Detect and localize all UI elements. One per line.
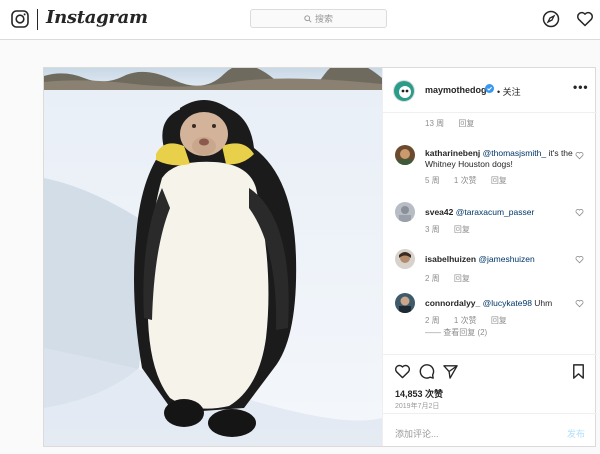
post-sidebar: maymothedog • 关注 ••• 13 周 回复 katharinebe… bbox=[382, 68, 597, 446]
comment-meta: 5 周 1 次赞 回复 bbox=[425, 175, 519, 186]
post-card: maymothedog • 关注 ••• 13 周 回复 katharinebe… bbox=[43, 67, 597, 447]
first-comment-meta: 13 周 回复 bbox=[425, 118, 486, 129]
comment-age: 2 周 bbox=[425, 316, 440, 325]
comment-body: Uhm bbox=[531, 298, 553, 308]
commenter-username[interactable]: katharinebenj bbox=[425, 148, 480, 158]
reply-link[interactable]: 回复 bbox=[454, 225, 470, 234]
comment-bubble-icon[interactable] bbox=[418, 363, 435, 380]
reply-link[interactable]: 回复 bbox=[454, 274, 470, 283]
comment-like-heart-icon[interactable] bbox=[575, 255, 584, 264]
comment-meta: 2 周 回复 bbox=[425, 273, 482, 284]
comment-age: 13 周 bbox=[425, 119, 445, 128]
explore-icon[interactable] bbox=[542, 10, 560, 28]
comment-likes[interactable]: 1 次赞 bbox=[454, 176, 477, 185]
commenter-avatar[interactable] bbox=[395, 249, 415, 269]
post-header: maymothedog • 关注 ••• bbox=[383, 68, 597, 113]
post-comment-button[interactable]: 发布 bbox=[567, 427, 585, 440]
post-actions: 14,853 次赞 2019年7月2日 添加评论... 发布 bbox=[383, 354, 597, 446]
search-input[interactable]: 搜索 bbox=[250, 9, 387, 28]
reply-link[interactable]: 回复 bbox=[458, 119, 474, 128]
reply-link[interactable]: 回复 bbox=[491, 176, 507, 185]
comment-likes[interactable]: 1 次赞 bbox=[454, 316, 477, 325]
author-username[interactable]: maymothedog bbox=[425, 85, 487, 95]
comment-mention[interactable]: @taraxacum_passer bbox=[456, 207, 535, 217]
add-comment-bar: 添加评论... 发布 bbox=[383, 413, 597, 446]
comment-mention[interactable]: @lucykate98 bbox=[483, 298, 532, 308]
post-photo[interactable] bbox=[44, 68, 382, 446]
commenter-avatar[interactable] bbox=[395, 145, 415, 165]
share-send-icon[interactable] bbox=[442, 363, 459, 380]
more-options-icon[interactable]: ••• bbox=[573, 80, 589, 94]
comment-text: svea42 @taraxacum_passer bbox=[425, 207, 575, 218]
author-avatar[interactable] bbox=[393, 80, 415, 102]
comment-meta: 3 周 回复 bbox=[425, 224, 482, 235]
comment-mention[interactable]: @thomasjsmith_ bbox=[483, 148, 546, 158]
post-date: 2019年7月2日 bbox=[395, 403, 440, 410]
comment-like-heart-icon[interactable] bbox=[575, 208, 584, 217]
top-nav: Instagram 搜索 bbox=[0, 0, 600, 40]
activity-heart-icon[interactable] bbox=[576, 10, 594, 28]
comment-meta: 2 周 1 次赞 回复 bbox=[425, 315, 519, 326]
instagram-logo-icon[interactable] bbox=[11, 10, 29, 28]
comment-like-heart-icon[interactable] bbox=[575, 299, 584, 308]
follow-button[interactable]: • 关注 bbox=[497, 85, 521, 98]
comment-text: katharinebenj @thomasjsmith_ it's the Wh… bbox=[425, 148, 575, 170]
like-heart-icon[interactable] bbox=[394, 363, 411, 380]
save-bookmark-icon[interactable] bbox=[570, 363, 587, 380]
commenter-avatar[interactable] bbox=[395, 293, 415, 313]
nav-divider bbox=[37, 9, 38, 30]
add-comment-input[interactable]: 添加评论... bbox=[395, 427, 439, 440]
instagram-wordmark[interactable]: Instagram bbox=[46, 7, 148, 28]
commenter-avatar[interactable] bbox=[395, 202, 415, 222]
penguin-costume-dog-photo bbox=[44, 68, 382, 446]
likes-count[interactable]: 14,853 次赞 bbox=[395, 387, 443, 400]
comment-text: isabelhuizen @jameshuizen bbox=[425, 254, 575, 265]
comment-age: 3 周 bbox=[425, 225, 440, 234]
comment-age: 2 周 bbox=[425, 274, 440, 283]
view-replies-link[interactable]: —— 查看回复 (2) bbox=[425, 327, 487, 338]
comment-mention[interactable]: @jameshuizen bbox=[478, 254, 534, 264]
verified-badge-icon bbox=[485, 84, 494, 93]
commenter-username[interactable]: connordalyy_ bbox=[425, 298, 480, 308]
search-placeholder: 搜索 bbox=[314, 14, 333, 24]
comment-age: 5 周 bbox=[425, 176, 440, 185]
comment-text: connordalyy_ @lucykate98 Uhm bbox=[425, 298, 575, 309]
search-icon bbox=[304, 14, 312, 23]
comments-list: 13 周 回复 katharinebenj @thomasjsmith_ it'… bbox=[383, 113, 597, 353]
commenter-username[interactable]: svea42 bbox=[425, 207, 453, 217]
reply-link[interactable]: 回复 bbox=[491, 316, 507, 325]
comment-like-heart-icon[interactable] bbox=[575, 151, 584, 160]
commenter-username[interactable]: isabelhuizen bbox=[425, 254, 476, 264]
